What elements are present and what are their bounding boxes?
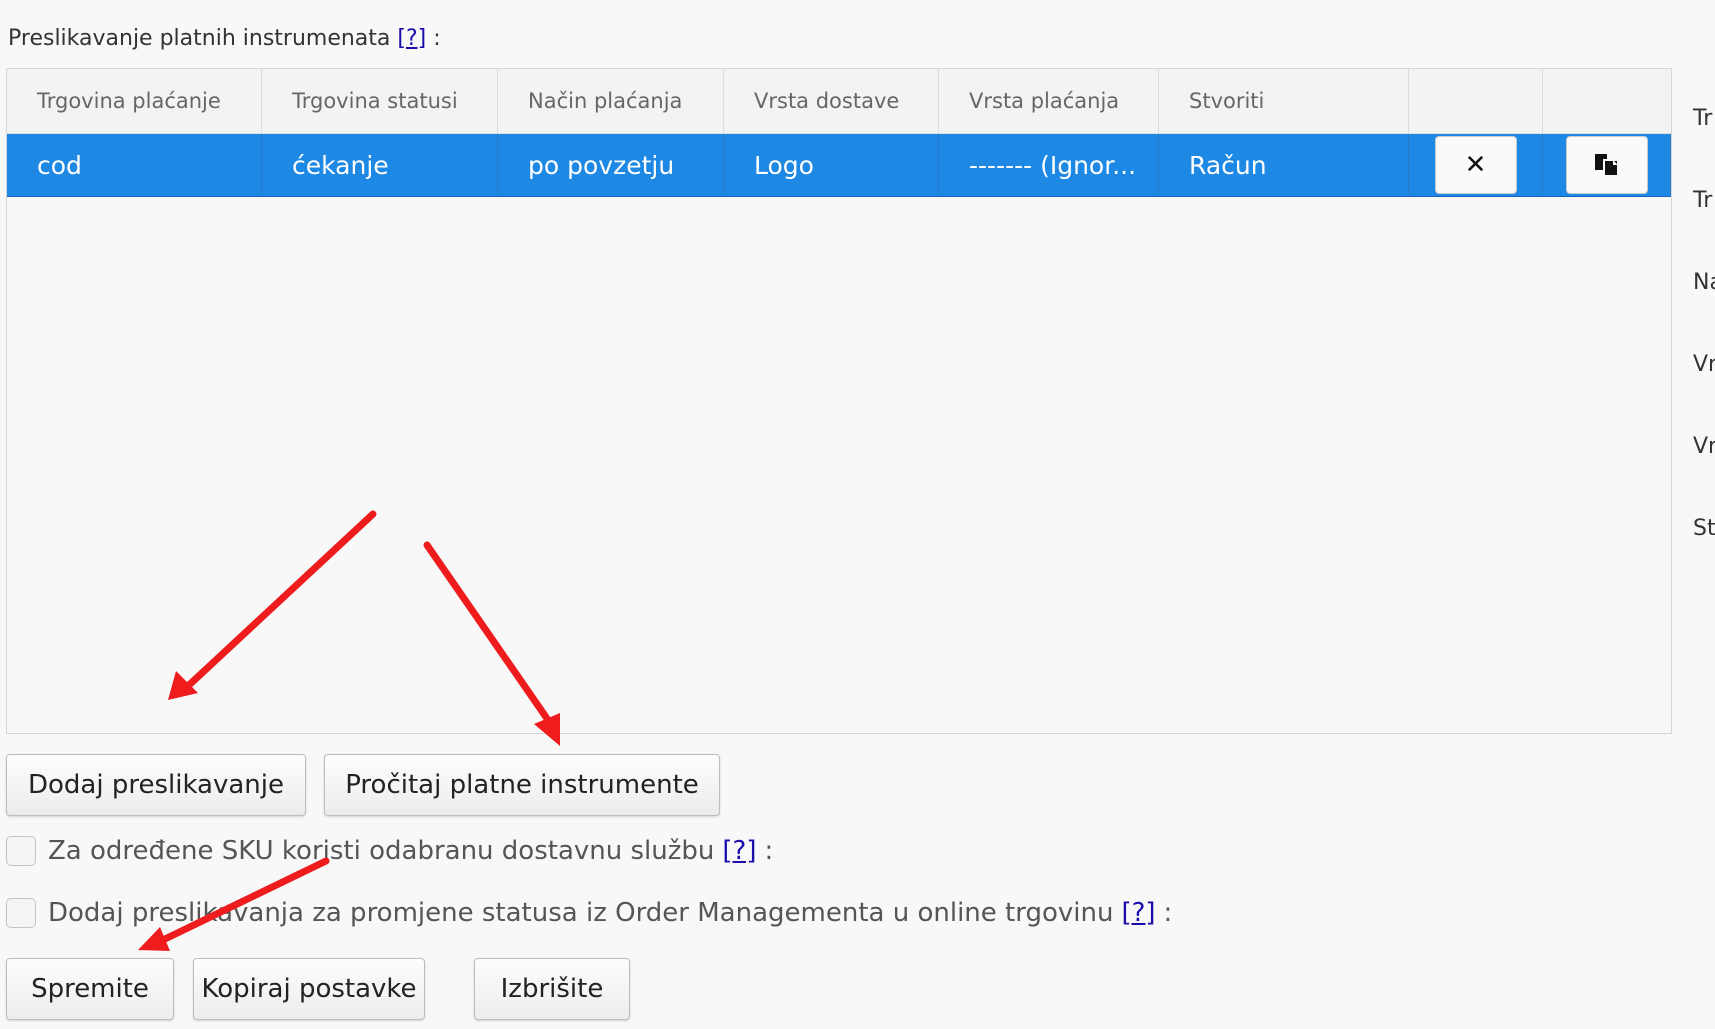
- cell-delete: ✕: [1409, 134, 1543, 196]
- payment-mapping-page: Preslikavanje platnih instrumenata [?] :…: [0, 0, 1715, 1029]
- sku-option-colon: :: [764, 836, 774, 866]
- sku-checkbox[interactable]: [6, 836, 36, 866]
- cell-shop-payment[interactable]: cod: [7, 134, 262, 196]
- status-option-row: Dodaj preslikavanja za promjene statusa …: [6, 898, 1172, 928]
- delete-button[interactable]: Izbrišite: [474, 958, 630, 1020]
- header-payment-method[interactable]: Način plaćanja: [498, 69, 724, 133]
- side-label: St: [1693, 516, 1715, 541]
- section-title-colon: :: [433, 26, 441, 51]
- header-payment-type[interactable]: Vrsta plaćanja: [939, 69, 1159, 133]
- header-shop-payment[interactable]: Trgovina plaćanje: [7, 69, 262, 133]
- cell-payment-type[interactable]: ------- (Ignor...: [939, 134, 1159, 196]
- header-copy: [1543, 69, 1671, 133]
- side-label: Tr: [1693, 188, 1713, 213]
- sku-option-row: Za određene SKU koristi odabranu dostavn…: [6, 836, 773, 866]
- section-help-link[interactable]: [?]: [397, 26, 426, 51]
- cell-payment-method[interactable]: po povzetju: [498, 134, 724, 196]
- close-icon: ✕: [1464, 150, 1487, 180]
- section-title: Preslikavanje platnih instrumenata [?] :: [8, 26, 441, 51]
- status-option-label: Dodaj preslikavanja za promjene statusa …: [48, 898, 1114, 928]
- side-label: Na: [1693, 270, 1715, 295]
- sku-help-link[interactable]: [?]: [722, 836, 756, 866]
- copy-settings-button[interactable]: Kopiraj postavke: [193, 958, 425, 1020]
- copy-icon: [1594, 154, 1619, 177]
- header-shop-status[interactable]: Trgovina statusi: [262, 69, 498, 133]
- sku-option-label: Za određene SKU koristi odabranu dostavn…: [48, 836, 715, 866]
- mapping-grid: Trgovina plaćanje Trgovina statusi Način…: [6, 68, 1672, 734]
- side-label: Tr: [1693, 106, 1713, 131]
- copy-row-button[interactable]: [1565, 136, 1648, 194]
- save-button[interactable]: Spremite: [6, 958, 174, 1020]
- status-checkbox[interactable]: [6, 898, 36, 928]
- header-create[interactable]: Stvoriti: [1159, 69, 1409, 133]
- cell-delivery-type[interactable]: Logo: [724, 134, 939, 196]
- header-delivery-type[interactable]: Vrsta dostave: [724, 69, 939, 133]
- status-help-link[interactable]: [?]: [1121, 898, 1155, 928]
- delete-row-button[interactable]: ✕: [1434, 136, 1517, 194]
- section-title-text: Preslikavanje platnih instrumenata: [8, 26, 391, 51]
- status-option-colon: :: [1163, 898, 1173, 928]
- cell-copy: [1543, 134, 1671, 196]
- grid-header: Trgovina plaćanje Trgovina statusi Način…: [7, 69, 1671, 134]
- table-row[interactable]: cod ćekanje po povzetju Logo ------- (Ig…: [7, 134, 1671, 197]
- add-mapping-button[interactable]: Dodaj preslikavanje: [6, 754, 306, 816]
- side-label: Vr: [1693, 434, 1715, 459]
- cell-shop-status[interactable]: ćekanje: [262, 134, 498, 196]
- side-label: Vr: [1693, 352, 1715, 377]
- header-delete: [1409, 69, 1543, 133]
- cell-create[interactable]: Račun: [1159, 134, 1409, 196]
- read-payment-instruments-button[interactable]: Pročitaj platne instrumente: [324, 754, 720, 816]
